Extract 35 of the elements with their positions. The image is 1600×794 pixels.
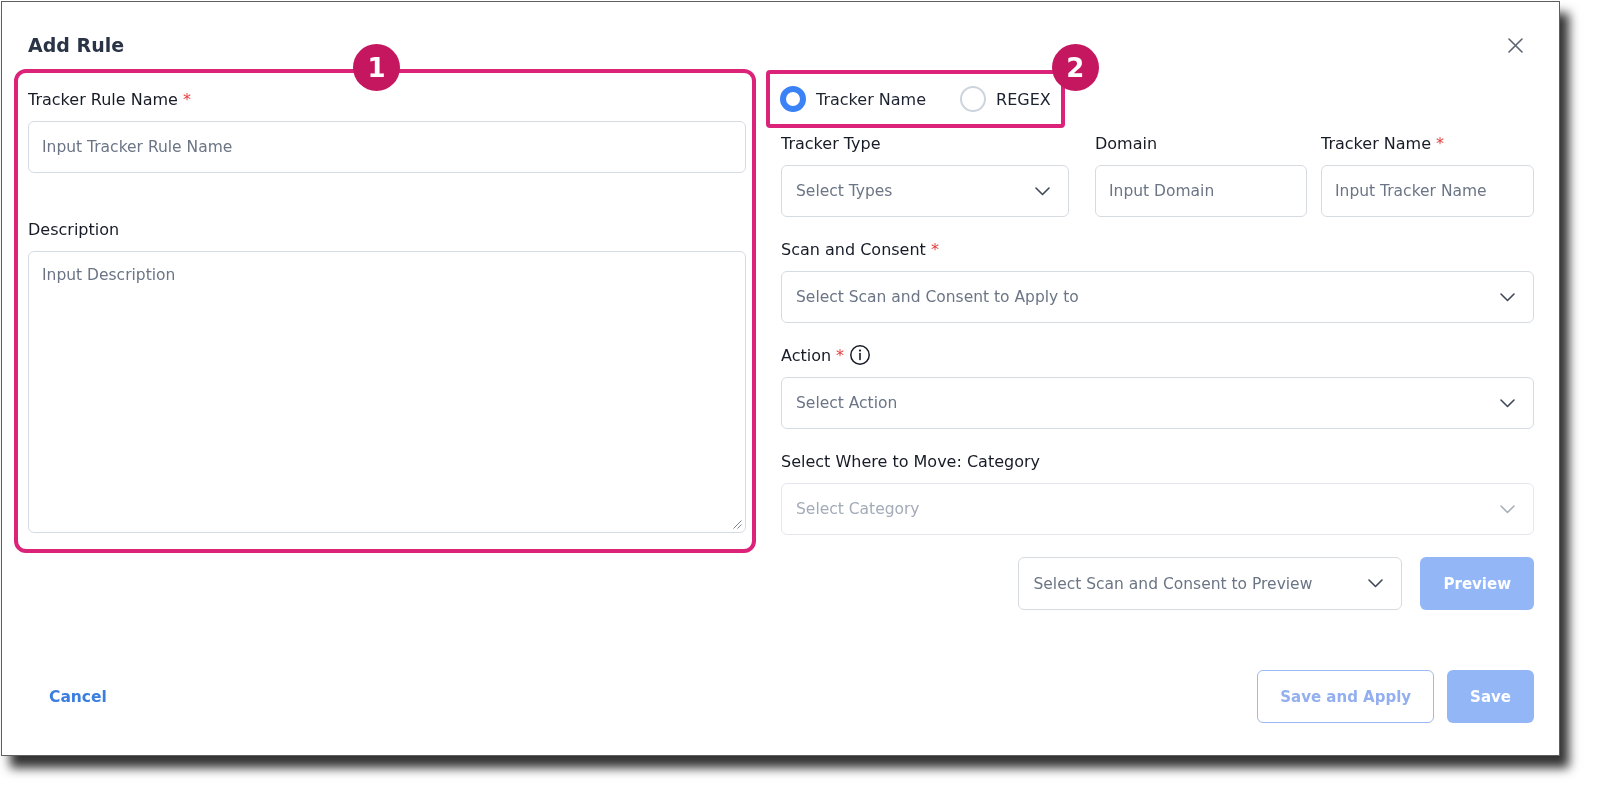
step-number-badge: 2: [1051, 44, 1099, 91]
chevron-down-icon: [1368, 579, 1384, 588]
input-field[interactable]: Input Tracker Rule Name: [28, 121, 746, 173]
chevron-down-icon: [1500, 504, 1515, 514]
field-label: Tracker Type: [781, 133, 881, 153]
text-area-field[interactable]: Input Description: [28, 251, 746, 533]
dropdown-field[interactable]: Select Action: [781, 377, 1534, 429]
field-label: Scan and Consent: [781, 239, 926, 259]
chevron-down-icon: [1500, 398, 1515, 408]
required-mark: *: [836, 345, 845, 365]
field-label: Description: [28, 219, 120, 239]
field-label: Select Where to Move: Category: [781, 451, 1041, 471]
input-field[interactable]: Input Domain: [1095, 165, 1307, 217]
required-mark: *: [182, 89, 191, 109]
dialog-title: Add Rule: [28, 34, 125, 56]
field-label: Domain: [1095, 133, 1158, 153]
input-field[interactable]: Input Tracker Name: [1321, 165, 1534, 217]
info-icon[interactable]: [850, 345, 871, 365]
chevron-down-icon: [1035, 186, 1050, 196]
step-number-badge: 1: [353, 44, 400, 91]
close-icon[interactable]: [1508, 37, 1523, 53]
resize-grip-icon[interactable]: [733, 520, 742, 529]
radio-label[interactable]: Tracker Name: [816, 89, 926, 109]
chevron-down-icon: [1500, 292, 1515, 302]
radio-label[interactable]: REGEX: [996, 89, 1051, 109]
dropdown-field[interactable]: Select Types: [781, 165, 1069, 217]
required-mark: *: [1436, 133, 1444, 153]
dropdown-field[interactable]: Select Scan and Consent to Preview: [1018, 557, 1403, 610]
field-label: Action: [781, 345, 832, 365]
cancel-button[interactable]: Cancel: [49, 687, 107, 706]
dropdown-field[interactable]: Select Scan and Consent to Apply to: [781, 271, 1534, 323]
radio-button[interactable]: [780, 86, 806, 112]
required-mark: *: [930, 239, 939, 259]
field-label: Tracker Rule Name: [28, 89, 178, 109]
field-label: Tracker Name: [1321, 133, 1431, 153]
